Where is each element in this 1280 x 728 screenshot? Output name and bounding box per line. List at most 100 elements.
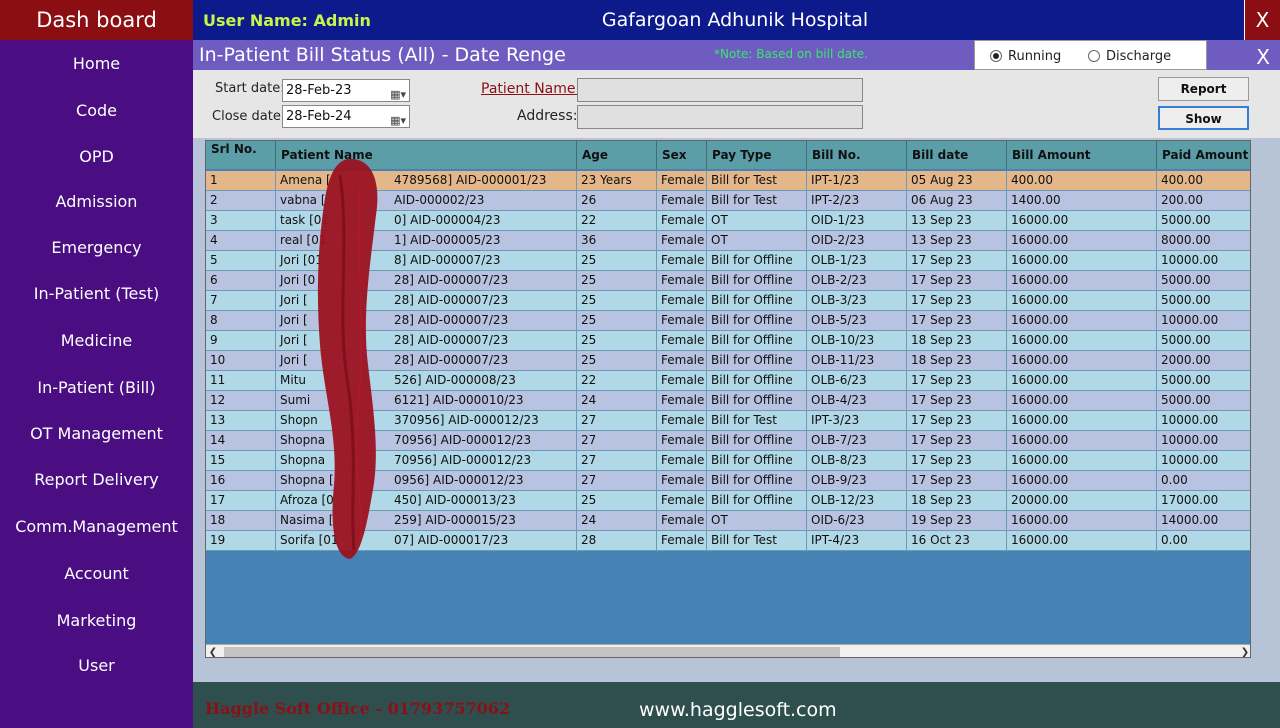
cell-patient-name[interactable]: Jori [0 28] AID-000007/23 (276, 271, 577, 291)
cell-paid-amount[interactable]: 5000.00 (1157, 331, 1250, 351)
cell-patient-name[interactable]: Shopna 70956] AID-000012/23 (276, 431, 577, 451)
cell-bill-no[interactable]: OID-6/23 (807, 511, 907, 531)
cell-srl[interactable]: 19 (206, 531, 276, 551)
patient-name-label[interactable]: Patient Name: (481, 81, 580, 97)
cell-paid-amount[interactable]: 10000.00 (1157, 451, 1250, 471)
cell-age[interactable]: 25 (577, 271, 657, 291)
cell-age[interactable]: 22 (577, 371, 657, 391)
cell-bill-no[interactable]: OLB-7/23 (807, 431, 907, 451)
cell-pay-type[interactable]: Bill for Test (707, 191, 807, 211)
cell-sex[interactable]: Female (657, 211, 707, 231)
table-row[interactable]: 11 Mitu 526] AID-000008/23 22 Female Bill for… (206, 371, 1250, 391)
cell-bill-no[interactable]: IPT-3/23 (807, 411, 907, 431)
cell-patient-name[interactable]: Jori [28] AID-000007/23 (276, 311, 577, 331)
col-srl-no[interactable]: Srl No. (206, 141, 276, 169)
cell-bill-no[interactable]: OLB-8/23 (807, 451, 907, 471)
cell-bill-date[interactable]: 17 Sep 23 (907, 411, 1007, 431)
cell-paid-amount[interactable]: 0.00 (1157, 531, 1250, 551)
col-bill-date[interactable]: Bill date (907, 141, 1007, 169)
col-paid-amount[interactable]: Paid Amount (1157, 141, 1250, 169)
cell-bill-no[interactable]: IPT-1/23 (807, 171, 907, 191)
cell-patient-name[interactable]: Amena [4789568] AID-000001/23 (276, 171, 577, 191)
cell-pay-type[interactable]: OT (707, 211, 807, 231)
cell-age[interactable]: 26 (577, 191, 657, 211)
cell-sex[interactable]: Female (657, 171, 707, 191)
cell-bill-date[interactable]: 05 Aug 23 (907, 171, 1007, 191)
col-sex[interactable]: Sex (657, 141, 707, 169)
cell-age[interactable]: 25 (577, 331, 657, 351)
cell-pay-type[interactable]: Bill for Offline (707, 471, 807, 491)
cell-paid-amount[interactable]: 2000.00 (1157, 351, 1250, 371)
table-row[interactable]: 3 task [01 0] AID-000004/23 22 Female OT OID-1… (206, 211, 1250, 231)
sidebar-item-inpatient-bill[interactable]: In-Patient (Bill) (0, 378, 193, 397)
cell-bill-amount[interactable]: 400.00 (1007, 171, 1157, 191)
cell-bill-amount[interactable]: 16000.00 (1007, 391, 1157, 411)
cell-bill-no[interactable]: OLB-10/23 (807, 331, 907, 351)
sidebar-item-report-delivery[interactable]: Report Delivery (0, 470, 193, 489)
sidebar-item-account[interactable]: Account (0, 564, 193, 583)
col-pay-type[interactable]: Pay Type (707, 141, 807, 169)
table-row[interactable]: 6 Jori [0 28] AID-000007/23 25 Female Bill fo… (206, 271, 1250, 291)
scroll-left-icon[interactable]: ❮ (206, 645, 220, 657)
bill-status-grid[interactable]: Srl No. Patient Name Age Sex Pay Type Bi… (205, 140, 1251, 658)
cell-srl[interactable]: 6 (206, 271, 276, 291)
cell-bill-date[interactable]: 06 Aug 23 (907, 191, 1007, 211)
cell-patient-name[interactable]: Shopn 370956] AID-000012/23 (276, 411, 577, 431)
cell-sex[interactable]: Female (657, 411, 707, 431)
cell-pay-type[interactable]: Bill for Offline (707, 331, 807, 351)
cell-bill-amount[interactable]: 16000.00 (1007, 451, 1157, 471)
cell-age[interactable]: 27 (577, 471, 657, 491)
cell-patient-name[interactable]: vabna [AID-000002/23 (276, 191, 577, 211)
cell-pay-type[interactable]: Bill for Offline (707, 391, 807, 411)
cell-srl[interactable]: 9 (206, 331, 276, 351)
cell-age[interactable]: 25 (577, 291, 657, 311)
cell-bill-date[interactable]: 17 Sep 23 (907, 471, 1007, 491)
cell-age[interactable]: 25 (577, 491, 657, 511)
radio-discharge[interactable]: Discharge (1088, 49, 1171, 64)
cell-bill-amount[interactable]: 16000.00 (1007, 471, 1157, 491)
cell-sex[interactable]: Female (657, 471, 707, 491)
cell-age[interactable]: 25 (577, 351, 657, 371)
cell-paid-amount[interactable]: 10000.00 (1157, 431, 1250, 451)
sidebar-item-admission[interactable]: Admission (0, 192, 193, 211)
table-row[interactable]: 19 Sorifa [01 07] AID-000017/23 28 Female Bil… (206, 531, 1250, 551)
cell-patient-name[interactable]: Shopna [0956] AID-000012/23 (276, 471, 577, 491)
cell-bill-amount[interactable]: 16000.00 (1007, 511, 1157, 531)
cell-bill-amount[interactable]: 16000.00 (1007, 331, 1157, 351)
cell-bill-no[interactable]: OID-1/23 (807, 211, 907, 231)
cell-srl[interactable]: 4 (206, 231, 276, 251)
table-row[interactable]: 13 Shopn 370956] AID-000012/23 27 Female Bill… (206, 411, 1250, 431)
cell-bill-date[interactable]: 16 Oct 23 (907, 531, 1007, 551)
cell-paid-amount[interactable]: 8000.00 (1157, 231, 1250, 251)
cell-srl[interactable]: 1 (206, 171, 276, 191)
cell-sex[interactable]: Female (657, 271, 707, 291)
table-row[interactable]: 2 vabna [AID-000002/23 26 Female Bill for Te… (206, 191, 1250, 211)
cell-bill-no[interactable]: OLB-2/23 (807, 271, 907, 291)
cell-srl[interactable]: 18 (206, 511, 276, 531)
cell-bill-amount[interactable]: 16000.00 (1007, 411, 1157, 431)
cell-paid-amount[interactable]: 200.00 (1157, 191, 1250, 211)
cell-bill-no[interactable]: OLB-11/23 (807, 351, 907, 371)
app-close-button[interactable]: X (1244, 0, 1280, 40)
sidebar-item-ot-management[interactable]: OT Management (0, 424, 193, 443)
show-button[interactable]: Show (1158, 106, 1249, 130)
cell-srl[interactable]: 11 (206, 371, 276, 391)
sidebar-item-emergency[interactable]: Emergency (0, 238, 193, 257)
cell-bill-date[interactable]: 17 Sep 23 (907, 451, 1007, 471)
sidebar-item-opd[interactable]: OPD (0, 147, 193, 166)
cell-patient-name[interactable]: real [01 1] AID-000005/23 (276, 231, 577, 251)
table-row[interactable]: 5 Jori [01 8] AID-000007/23 25 Female Bill fo… (206, 251, 1250, 271)
cell-paid-amount[interactable]: 5000.00 (1157, 291, 1250, 311)
scrollbar-thumb[interactable] (224, 647, 840, 657)
table-row[interactable]: 9 Jori [28] AID-000007/23 25 Female Bill for… (206, 331, 1250, 351)
cell-srl[interactable]: 13 (206, 411, 276, 431)
cell-paid-amount[interactable]: 14000.00 (1157, 511, 1250, 531)
close-date-picker[interactable]: 28-Feb-24 ▦▾ (282, 105, 410, 128)
cell-sex[interactable]: Female (657, 511, 707, 531)
start-date-picker[interactable]: 28-Feb-23 ▦▾ (282, 79, 410, 102)
table-row[interactable]: 18 Nasima [259] AID-000015/23 24 Female OT OI… (206, 511, 1250, 531)
cell-srl[interactable]: 7 (206, 291, 276, 311)
cell-bill-date[interactable]: 17 Sep 23 (907, 431, 1007, 451)
cell-bill-no[interactable]: OLB-3/23 (807, 291, 907, 311)
cell-bill-date[interactable]: 17 Sep 23 (907, 251, 1007, 271)
